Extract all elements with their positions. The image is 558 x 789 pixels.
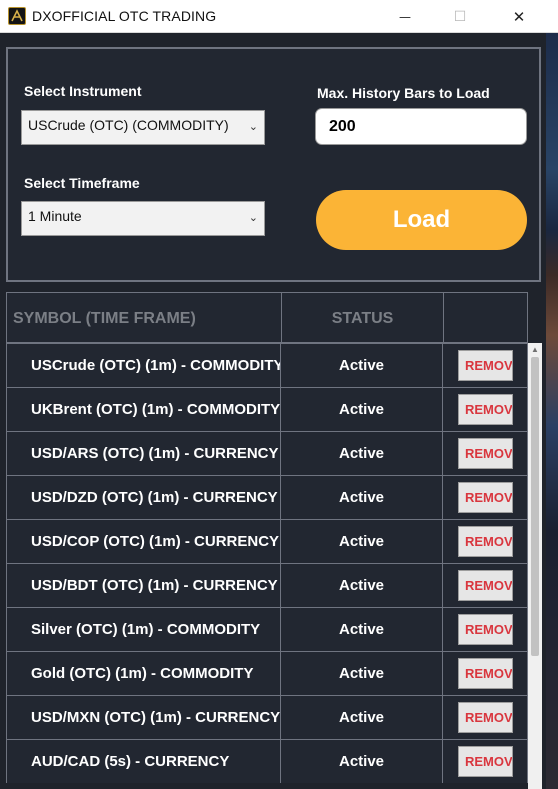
instrument-label: Select Instrument <box>24 83 142 99</box>
remove-button[interactable]: REMOVE <box>458 394 513 425</box>
row-symbol: USD/MXN (OTC) (1m) - CURRENCY <box>7 696 281 739</box>
close-button[interactable]: ✕ <box>496 0 542 33</box>
table-row: USD/COP (OTC) (1m) - CURRENCY Active REMOV… <box>6 519 528 563</box>
remove-button[interactable]: REMOVE <box>458 482 513 513</box>
table-row: USD/DZD (OTC) (1m) - CURRENCY Active REMOV… <box>6 475 528 519</box>
timeframe-select[interactable]: 1 Minute ⌄ <box>21 201 265 236</box>
table-row: Silver (OTC) (1m) - COMMODITY Active REMOV… <box>6 607 528 651</box>
table-row: USD/MXN (OTC) (1m) - CURRENCY Active REMOV… <box>6 695 528 739</box>
timeframe-select-value: 1 Minute <box>28 208 82 224</box>
row-status: Active <box>281 696 443 739</box>
row-symbol: AUD/CAD (5s) - CURRENCY <box>7 740 281 783</box>
row-symbol: USD/DZD (OTC) (1m) - CURRENCY <box>7 476 281 519</box>
remove-button[interactable]: REMOVE <box>458 570 513 601</box>
header-symbol: SYMBOL (TIME FRAME) <box>7 293 282 342</box>
row-status: Active <box>281 476 443 519</box>
row-symbol: UKBrent (OTC) (1m) - COMMODITY <box>7 388 281 431</box>
symbols-table: SYMBOL (TIME FRAME) STATUS USCrude (OTC)… <box>6 292 528 789</box>
row-symbol: USD/ARS (OTC) (1m) - CURRENCY <box>7 432 281 475</box>
remove-button[interactable]: REMOVE <box>458 702 513 733</box>
table-row: USD/ARS (OTC) (1m) - CURRENCY Active REMOV… <box>6 431 528 475</box>
remove-button[interactable]: REMOVE <box>458 350 513 381</box>
scroll-thumb[interactable] <box>531 357 539 656</box>
row-status: Active <box>281 388 443 431</box>
remove-button[interactable]: REMOVE <box>458 658 513 689</box>
minimize-button[interactable]: — <box>382 0 428 33</box>
remove-button[interactable]: REMOVE <box>458 526 513 557</box>
row-symbol: Gold (OTC) (1m) - COMMODITY <box>7 652 281 695</box>
table-row: UKBrent (OTC) (1m) - COMMODITY Active REMO… <box>6 387 528 431</box>
row-status: Active <box>281 432 443 475</box>
table-row: Gold (OTC) (1m) - COMMODITYActive REMOVE <box>6 651 528 695</box>
row-symbol: USD/BDT (OTC) (1m) - CURRENCY <box>7 564 281 607</box>
row-status: Active <box>281 740 443 783</box>
history-bars-label: Max. History Bars to Load <box>317 85 490 101</box>
row-symbol: USCrude (OTC) (1m) - COMMODITY <box>7 344 281 387</box>
instrument-select-value: USCrude (OTC) (COMMODITY) <box>28 117 229 133</box>
control-panel: Select Instrument USCrude (OTC) (COMMODI… <box>6 47 541 282</box>
row-status: Active <box>281 564 443 607</box>
row-symbol: Silver (OTC) (1m) - COMMODITY <box>7 608 281 651</box>
header-actions <box>444 293 527 342</box>
table-row: USD/BDT (OTC) (1m) - CURRENCY Active REMOV… <box>6 563 528 607</box>
row-symbol: USD/COP (OTC) (1m) - CURRENCY <box>7 520 281 563</box>
remove-button[interactable]: REMOVE <box>458 614 513 645</box>
dx-logo-icon <box>8 7 26 25</box>
table-body: USCrude (OTC) (1m) - COMMODITY Active REMO… <box>6 343 528 783</box>
row-status: Active <box>281 652 443 695</box>
scroll-up-icon[interactable]: ▲ <box>531 345 539 354</box>
history-bars-input[interactable]: 200 <box>315 108 527 145</box>
chevron-down-icon: ⌄ <box>248 212 258 224</box>
maximize-icon: ☐ <box>453 8 467 25</box>
table-header: SYMBOL (TIME FRAME) STATUS <box>6 292 528 343</box>
close-icon: ✕ <box>512 7 526 26</box>
window-title: DXOFFICIAL OTC TRADING <box>32 8 217 24</box>
title-bar: DXOFFICIAL OTC TRADING — ☐ ✕ <box>0 0 558 33</box>
remove-button[interactable]: REMOVE <box>458 438 513 469</box>
load-button[interactable]: Load <box>316 190 527 250</box>
timeframe-label: Select Timeframe <box>24 175 140 191</box>
header-status: STATUS <box>282 293 444 342</box>
maximize-button[interactable]: ☐ <box>437 0 483 33</box>
table-scrollbar[interactable]: ▲ <box>528 343 542 789</box>
row-status: Active <box>281 520 443 563</box>
table-row: AUD/CAD (5s) - CURRENCYActive REMOVE <box>6 739 528 783</box>
table-row: USCrude (OTC) (1m) - COMMODITY Active REMO… <box>6 343 528 387</box>
row-status: Active <box>281 344 443 387</box>
minimize-icon: — <box>399 9 411 24</box>
row-status: Active <box>281 608 443 651</box>
desktop-background <box>546 33 558 789</box>
remove-button[interactable]: REMOVE <box>458 746 513 777</box>
instrument-select[interactable]: USCrude (OTC) (COMMODITY) ⌄ <box>21 110 265 145</box>
chevron-down-icon: ⌄ <box>248 121 258 133</box>
